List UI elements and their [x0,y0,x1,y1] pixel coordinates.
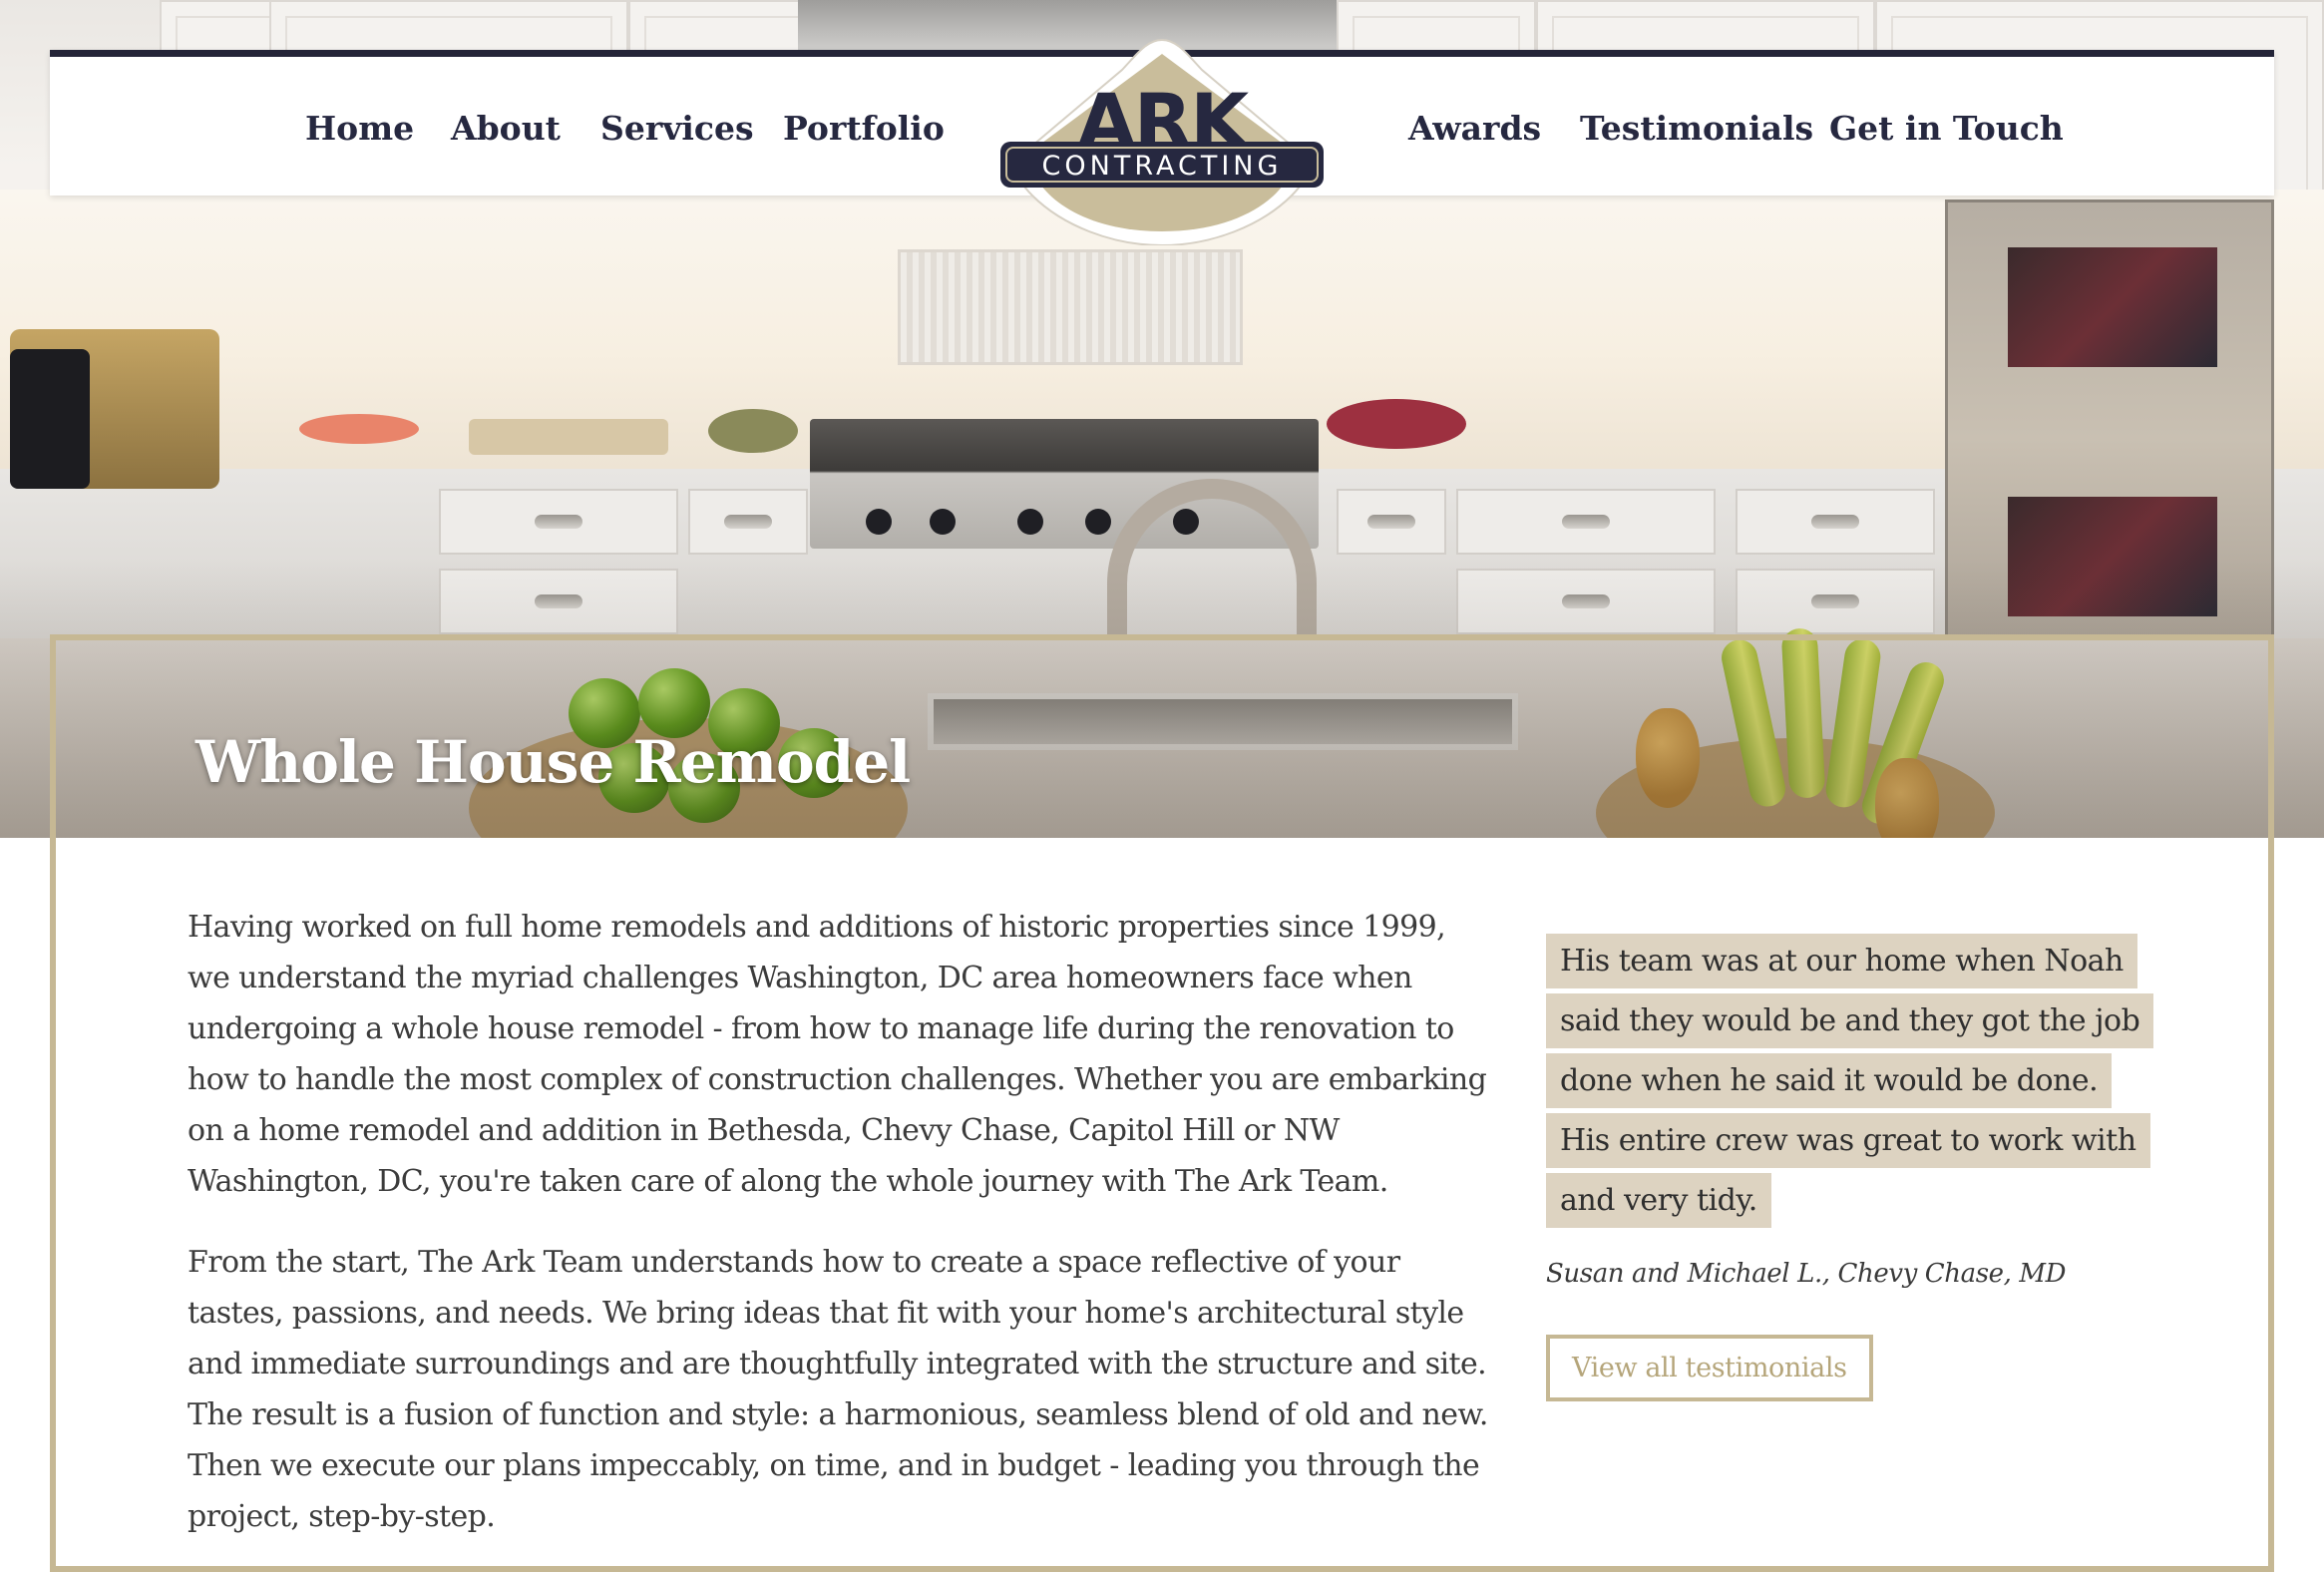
backsplash [898,249,1243,365]
testimonial-quote-text: His team was at our home when Noah said … [1546,934,2154,1228]
drawer [688,489,808,555]
view-all-testimonials-button[interactable]: View all testimonials [1546,1335,1873,1401]
nav-awards[interactable]: Awards [1408,109,1541,148]
knob [1017,509,1043,535]
fruit-bowl [708,409,798,453]
ark-contracting-logo[interactable]: ARK CONTRACTING [992,36,1332,245]
main-copy: Having worked on full home remodels and … [188,902,1494,1572]
intro-paragraph: Having worked on full home remodels and … [188,910,1487,1199]
vegetable-tray [299,414,419,444]
logo-graphic: ARK CONTRACTING [1000,38,1324,245]
cutting-board [469,419,668,455]
page-title: Whole House Remodel [195,728,911,796]
knob [1085,509,1111,535]
drawer [1736,489,1935,555]
oven-window [2008,247,2217,367]
drawer [1456,489,1716,555]
nav-about[interactable]: About [451,109,561,148]
nav-services[interactable]: Services [600,109,754,148]
espresso-machine [10,329,219,489]
testimonial-quote: His team was at our home when Noah said … [1546,932,2154,1231]
nav-testimonials[interactable]: Testimonials [1580,109,1813,148]
drawer [439,489,678,555]
logo-tagline: CONTRACTING [1042,151,1283,182]
approach-paragraph: From the start, The Ark Team understands… [188,1245,1488,1534]
knob [866,509,892,535]
nav-portfolio[interactable]: Portfolio [783,109,945,148]
testimonial-sidebar: His team was at our home when Noah said … [1546,932,2154,1401]
knob [930,509,956,535]
drawer [1337,489,1446,555]
testimonial-author: Susan and Michael L., Chevy Chase, MD [1546,1259,2067,1289]
nav-get-in-touch[interactable]: Get in Touch [1829,109,2064,148]
nav-home[interactable]: Home [305,109,414,148]
onion-bowl [1327,399,1466,449]
